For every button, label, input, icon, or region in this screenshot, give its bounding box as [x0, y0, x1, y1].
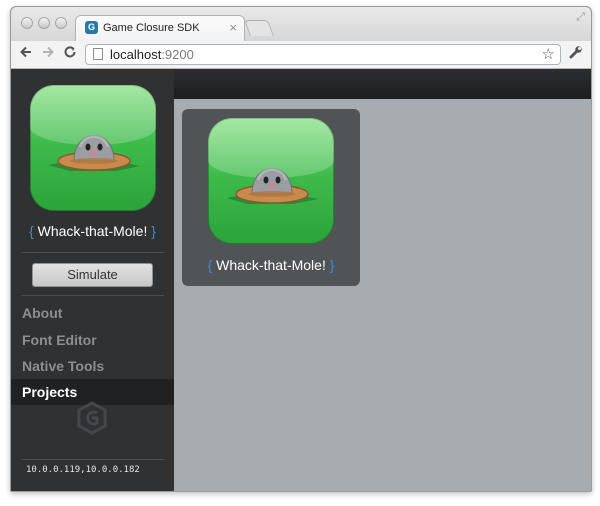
- sidebar-item-about[interactable]: About: [11, 300, 174, 326]
- simulate-button[interactable]: Simulate: [32, 263, 153, 287]
- close-brace: }: [147, 223, 156, 239]
- browser-window: G Game Closure SDK × ⤢ localhost:9200 ☆: [10, 6, 592, 492]
- project-card-name-text: Whack-that-Mole!: [216, 257, 326, 273]
- sidebar-item-native-tools[interactable]: Native Tools: [11, 353, 174, 379]
- url-host: localhost: [110, 47, 162, 62]
- forward-button[interactable]: [39, 45, 57, 63]
- project-app-icon[interactable]: [208, 118, 334, 244]
- game-closure-favicon-icon: G: [85, 21, 98, 34]
- title-bar: G Game Closure SDK × ⤢: [11, 7, 591, 41]
- minimize-window-button[interactable]: [38, 17, 50, 29]
- wrench-glyph: [569, 46, 582, 59]
- url-port: :9200: [161, 47, 194, 62]
- arrow-left-icon: [20, 46, 31, 58]
- project-card-name: { Whack-that-Mole! }: [182, 257, 360, 273]
- mole-icon: [48, 135, 140, 171]
- wrench-icon[interactable]: [569, 45, 583, 62]
- project-card[interactable]: { Whack-that-Mole! }: [182, 109, 360, 286]
- sidebar-divider: [21, 459, 164, 460]
- project-name-text: Whack-that-Mole!: [37, 223, 148, 239]
- bookmark-star-icon[interactable]: ☆: [542, 45, 555, 63]
- sidebar-item-font-editor[interactable]: Font Editor: [11, 327, 174, 353]
- tab-title: Game Closure SDK: [103, 22, 200, 34]
- close-brace: }: [325, 257, 335, 273]
- url-text[interactable]: localhost:9200: [110, 47, 194, 62]
- projects-panel: { Whack-that-Mole! }: [174, 99, 591, 491]
- reload-button[interactable]: [61, 45, 79, 63]
- sidebar-divider: [21, 295, 164, 296]
- new-tab-button[interactable]: [244, 20, 274, 36]
- tab-close-icon[interactable]: ×: [229, 20, 237, 35]
- close-window-button[interactable]: [21, 17, 33, 29]
- arrow-right-icon: [43, 46, 54, 58]
- open-brace: {: [29, 223, 38, 239]
- game-closure-logo-icon: [77, 401, 107, 435]
- app-icon[interactable]: [30, 85, 156, 211]
- browser-tab[interactable]: G Game Closure SDK ×: [75, 15, 245, 41]
- page-icon: [93, 48, 103, 60]
- sidebar-divider: [21, 252, 164, 253]
- maximize-window-button[interactable]: [55, 17, 67, 29]
- ip-addresses: 10.0.0.119,10.0.0.182: [26, 465, 140, 475]
- address-bar[interactable]: localhost:9200 ☆: [85, 44, 561, 65]
- sidebar: { Whack-that-Mole! } Simulate About Font…: [11, 69, 174, 491]
- browser-toolbar: localhost:9200 ☆: [11, 41, 591, 69]
- fullscreen-icon[interactable]: ⤢: [576, 11, 585, 24]
- sidebar-project-name: { Whack-that-Mole! }: [11, 223, 174, 239]
- reload-icon: [64, 46, 76, 58]
- back-button[interactable]: [17, 45, 35, 63]
- open-brace: {: [207, 257, 217, 273]
- main-top-bar: [174, 69, 591, 99]
- mole-icon: [226, 168, 318, 204]
